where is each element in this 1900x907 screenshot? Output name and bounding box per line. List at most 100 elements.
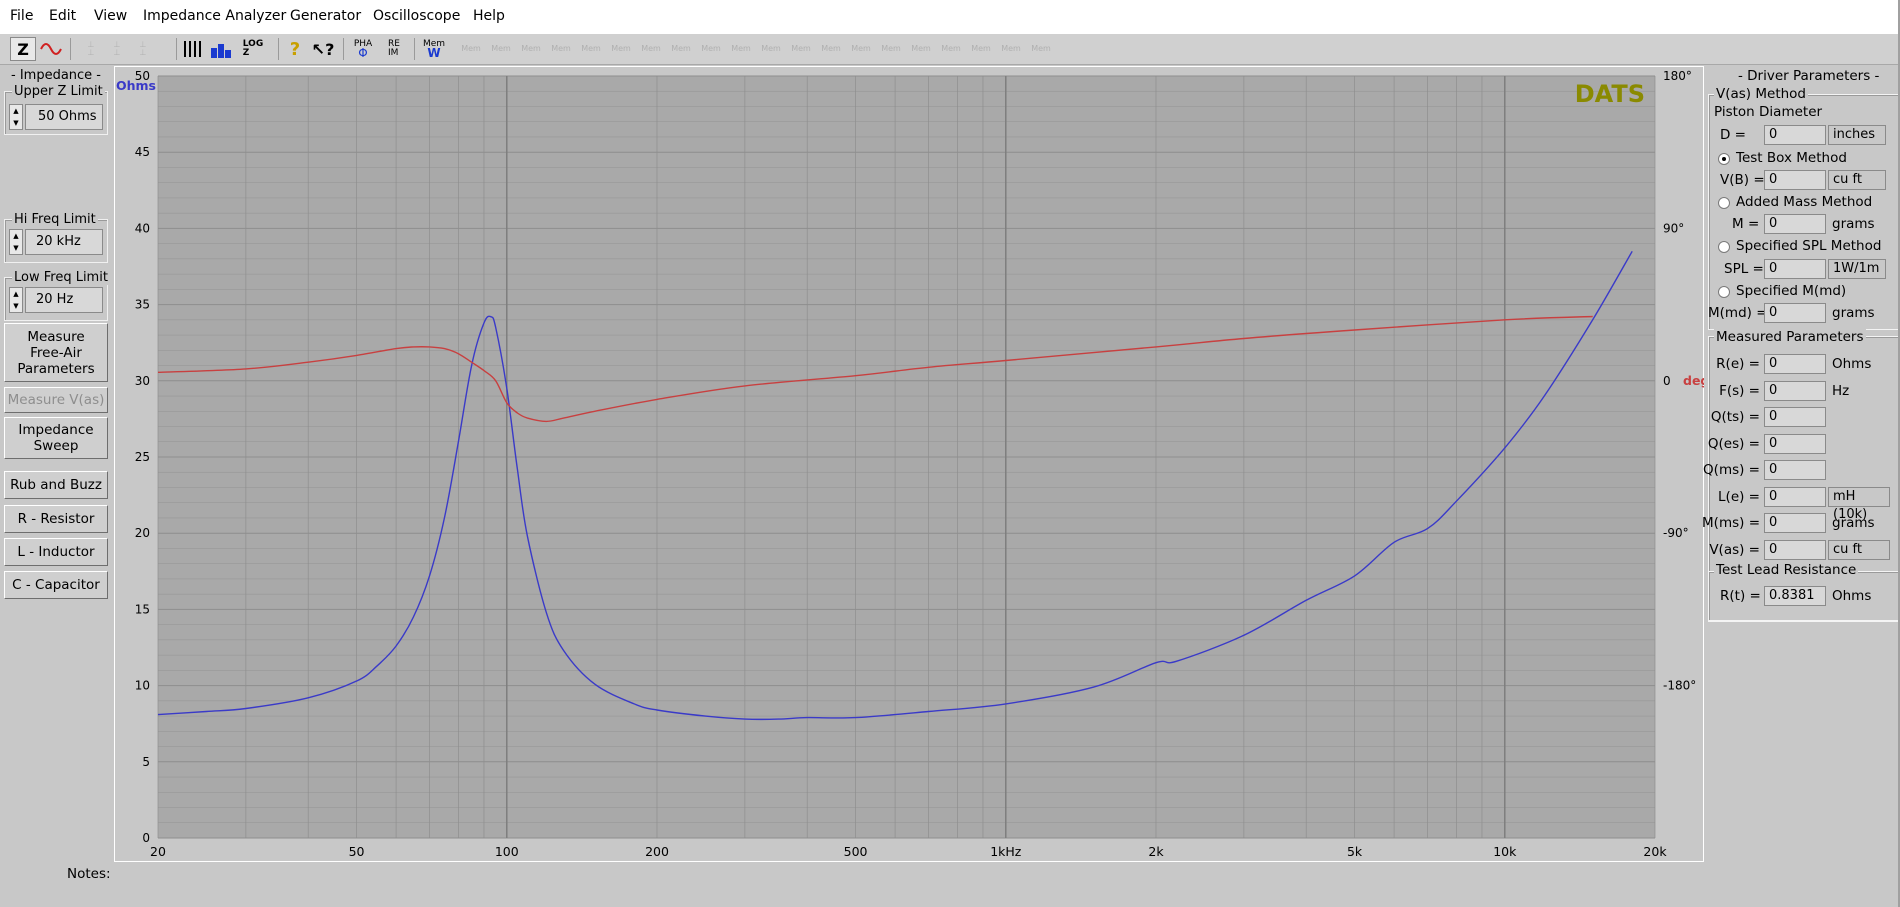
measure-vas-button[interactable]: Measure V(as) xyxy=(4,387,108,413)
impedance-chart[interactable]: 0510152025303540455020 50 100 200 500 1kHz 2k 5… xyxy=(114,66,1709,862)
spl-unit[interactable]: 1W/1m xyxy=(1828,259,1886,279)
memory-slot-button[interactable]: Mem xyxy=(698,37,724,61)
memory-slot-button[interactable]: Mem xyxy=(878,37,904,61)
measured-param-label: R(e) = xyxy=(1716,356,1760,372)
memory-slot-button[interactable]: Mem xyxy=(1028,37,1054,61)
rub-and-buzz-button[interactable]: Rub and Buzz xyxy=(4,471,108,499)
measured-param-field[interactable]: 0 xyxy=(1764,380,1826,401)
x-tick-label: 5k xyxy=(1347,844,1363,859)
memory-slot-button[interactable]: Mem xyxy=(488,37,514,61)
added-mass-radio[interactable] xyxy=(1718,197,1730,209)
d-field[interactable]: 0 xyxy=(1764,125,1826,145)
measured-param-field[interactable]: 0 xyxy=(1764,354,1826,374)
measured-param-field[interactable]: 0 xyxy=(1764,539,1826,560)
measured-param-unit: Hz xyxy=(1832,382,1850,399)
upper-z-value[interactable]: 50 Ohms xyxy=(25,104,103,130)
hi-freq-spinner[interactable]: ▲ ▼ 20 kHz xyxy=(9,229,103,255)
menu-oscilloscope[interactable]: Oscilloscope xyxy=(373,8,460,24)
d-label: D = xyxy=(1720,127,1746,143)
r-resistor-button[interactable]: R - Resistor xyxy=(4,505,108,533)
memory-slot-button[interactable]: Mem xyxy=(848,37,874,61)
memory-slot-button[interactable]: Mem xyxy=(968,37,994,61)
bar-chart-button[interactable] xyxy=(209,37,233,61)
memory-slot-button[interactable]: Mem xyxy=(758,37,784,61)
memory-slot-button[interactable]: Mem xyxy=(908,37,934,61)
driver-parameters-title: - Driver Parameters - xyxy=(1738,68,1880,84)
m-field[interactable]: 0 xyxy=(1764,214,1826,234)
menu-impedance-analyzer[interactable]: Impedance Analyzer xyxy=(143,8,286,24)
measured-param-unit[interactable]: mH (10k) xyxy=(1828,486,1890,522)
x-tick-label: 10k xyxy=(1493,844,1517,859)
re-im-button[interactable]: RE IM xyxy=(380,37,408,61)
vb-unit[interactable]: cu ft xyxy=(1828,170,1886,190)
measured-param-field[interactable]: 0 xyxy=(1764,513,1826,533)
measured-param-field[interactable]: 0 xyxy=(1764,486,1826,507)
test-box-radio[interactable] xyxy=(1718,153,1730,165)
memory-slot-button[interactable]: Mem xyxy=(788,37,814,61)
notes-label: Notes: xyxy=(67,866,111,882)
impedance-plot[interactable]: 0 5 10 15 20 25 30 35 40 45 50 20 50 100 200 500 1kHz 2k 5… xyxy=(114,66,1709,862)
memory-slot-button[interactable]: Mem xyxy=(548,37,574,61)
memory-slot-button[interactable]: Mem xyxy=(938,37,964,61)
low-freq-spinner[interactable]: ▲ ▼ 20 Hz xyxy=(9,287,103,313)
toolbar: Z ⊥ ⊥ ⊥ ⊥ ⊥ ⊥ LOG Z ? ↖? PHA Φ RE IM Mem W … xyxy=(0,34,1900,65)
c-capacitor-button[interactable]: C - Capacitor xyxy=(4,571,108,599)
menu-help[interactable]: Help xyxy=(473,8,505,24)
impedance-title: - Impedance - xyxy=(0,68,112,83)
measured-param-field[interactable]: 0 xyxy=(1764,407,1826,427)
memory-slot-button[interactable]: Mem xyxy=(518,37,544,61)
spinner-arrows-icon[interactable]: ▲ ▼ xyxy=(9,287,23,313)
measured-param-field[interactable]: 0 xyxy=(1764,433,1826,454)
spl-field[interactable]: 0 xyxy=(1764,259,1826,279)
x-tick-label: 1kHz xyxy=(990,844,1022,859)
spinner-arrows-icon[interactable]: ▲ ▼ xyxy=(9,104,23,130)
marker-tool-2-button[interactable]: ⊥ ⊥ xyxy=(106,37,128,61)
x-tick-label: 100 xyxy=(495,844,519,859)
measured-param-field[interactable]: 0 xyxy=(1764,460,1826,480)
rt-field[interactable]: 0.8381 xyxy=(1764,586,1826,606)
x-tick-label: 500 xyxy=(844,844,868,859)
memory-slot-button[interactable]: Mem xyxy=(608,37,634,61)
memory-slot-button[interactable]: Mem xyxy=(578,37,604,61)
impedance-sweep-button[interactable]: Impedance Sweep xyxy=(4,417,108,459)
log-z-button[interactable]: LOG Z xyxy=(240,37,266,61)
memory-slot-button[interactable]: Mem xyxy=(998,37,1024,61)
d-unit[interactable]: inches xyxy=(1828,125,1886,145)
spinner-arrows-icon[interactable]: ▲ ▼ xyxy=(9,229,23,255)
menu-view[interactable]: View xyxy=(94,8,127,24)
menu-edit[interactable]: Edit xyxy=(49,8,76,24)
menu-file[interactable]: File xyxy=(10,8,33,24)
help-button[interactable]: ? xyxy=(284,37,306,61)
measure-free-air-button[interactable]: Measure Free-Air Parameters xyxy=(4,323,108,382)
mmd-unit: grams xyxy=(1832,305,1875,321)
context-help-button[interactable]: ↖? xyxy=(310,37,336,61)
hi-freq-label: Hi Freq Limit xyxy=(12,212,98,227)
memory-button[interactable]: Mem W xyxy=(420,37,448,61)
menu-generator[interactable]: Generator xyxy=(290,8,361,24)
memory-slot-button[interactable]: Mem xyxy=(668,37,694,61)
vas-method-label: V(as) Method xyxy=(1714,86,1808,102)
hi-freq-value[interactable]: 20 kHz xyxy=(25,229,103,255)
memory-slot-button[interactable]: Mem xyxy=(458,37,484,61)
generator-mode-button[interactable] xyxy=(38,37,64,61)
y-tick-label: 40 xyxy=(135,221,150,235)
w-icon: W xyxy=(427,46,441,60)
spl-method-radio[interactable] xyxy=(1718,241,1730,253)
memory-slot-button[interactable]: Mem xyxy=(728,37,754,61)
low-freq-value[interactable]: 20 Hz xyxy=(25,287,103,313)
mmd-method-radio[interactable] xyxy=(1718,286,1730,298)
impedance-mode-button[interactable]: Z xyxy=(10,37,36,61)
memory-slot-button[interactable]: Mem xyxy=(638,37,664,61)
memory-slot-button[interactable]: Mem xyxy=(818,37,844,61)
marker-tool-3-button[interactable]: ⊥ ⊥ xyxy=(132,37,154,61)
x-tick-label: 20 xyxy=(150,844,166,859)
x-tick-label: 50 xyxy=(349,844,365,859)
marker-tool-1-button[interactable]: ⊥ ⊥ xyxy=(80,37,102,61)
grid-lines-button[interactable] xyxy=(180,37,204,61)
l-inductor-button[interactable]: L - Inductor xyxy=(4,538,108,566)
phase-button[interactable]: PHA Φ xyxy=(349,37,377,61)
vb-field[interactable]: 0 xyxy=(1764,170,1826,190)
measured-param-unit[interactable]: cu ft xyxy=(1828,539,1890,560)
upper-z-spinner[interactable]: ▲ ▼ 50 Ohms xyxy=(9,104,103,130)
mmd-field[interactable]: 0 xyxy=(1764,303,1826,323)
